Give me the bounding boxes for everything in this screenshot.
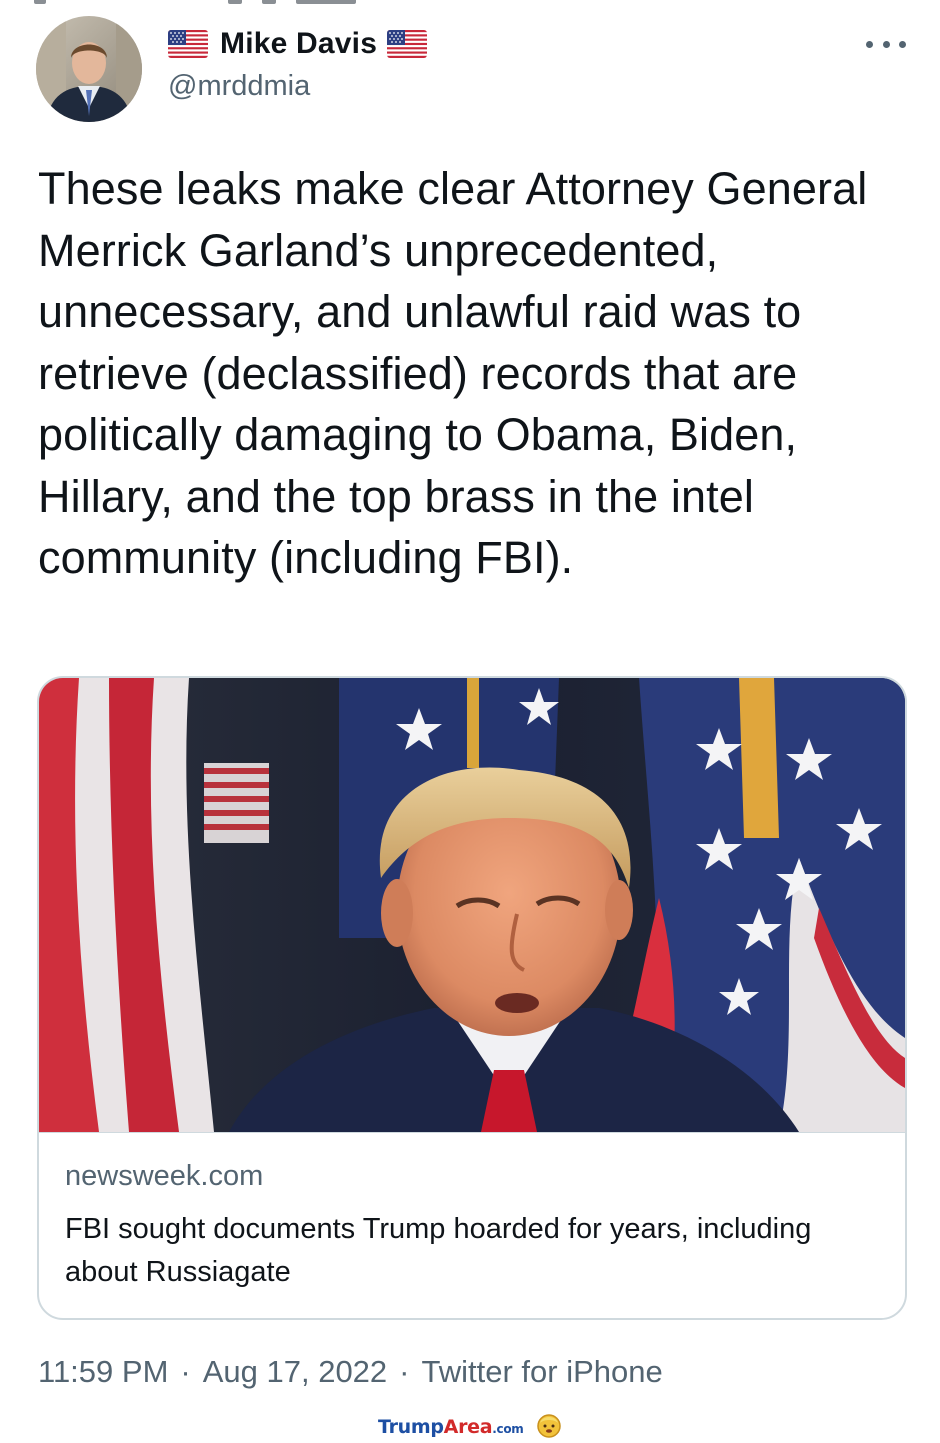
tweet-date[interactable]: Aug 17, 2022 xyxy=(203,1354,387,1390)
status-bar-glyph xyxy=(262,0,276,4)
author-avatar[interactable] xyxy=(36,16,142,122)
watermark-part2: Area xyxy=(443,1416,493,1438)
us-flag-icon xyxy=(168,30,208,58)
site-watermark: TrumpArea.com xyxy=(378,1412,562,1442)
status-bar-glyph xyxy=(228,0,242,4)
tweet-time[interactable]: 11:59 PM xyxy=(38,1354,168,1390)
us-flag-icon xyxy=(387,30,428,58)
link-preview-card[interactable]: newsweek.com FBI sought documents Trump … xyxy=(37,676,907,1320)
watermark-mascot-icon xyxy=(536,1412,562,1443)
link-preview-image xyxy=(39,678,905,1132)
link-domain: newsweek.com xyxy=(65,1160,264,1192)
meta-separator: · xyxy=(180,1354,191,1389)
tweet-text: These leaks make clear Attorney General … xyxy=(38,163,868,583)
watermark-text: TrumpArea.com xyxy=(378,1416,524,1438)
author-display-name[interactable]: Mike Davis xyxy=(220,27,377,61)
meta-separator: · xyxy=(399,1354,410,1389)
status-bar-glyph xyxy=(296,0,356,4)
dot xyxy=(882,40,890,48)
dot xyxy=(866,40,873,48)
dot xyxy=(899,40,906,48)
card-divider xyxy=(39,1132,905,1133)
status-bar-fragment xyxy=(0,0,940,6)
author-handle[interactable]: @mrddmia xyxy=(168,70,310,103)
link-title: FBI sought documents Trump hoarded for y… xyxy=(65,1213,812,1288)
watermark-part1: Trump xyxy=(378,1416,444,1438)
watermark-part3: .com xyxy=(492,1422,524,1436)
status-bar-glyph xyxy=(34,0,46,4)
author-name-row[interactable]: Mike Davis xyxy=(168,24,428,64)
tweet-source[interactable]: Twitter for iPhone xyxy=(422,1354,663,1390)
tweet-meta: 11:59 PM · Aug 17, 2022 · Twitter for iP… xyxy=(38,1354,663,1390)
more-options-icon[interactable] xyxy=(866,30,906,58)
